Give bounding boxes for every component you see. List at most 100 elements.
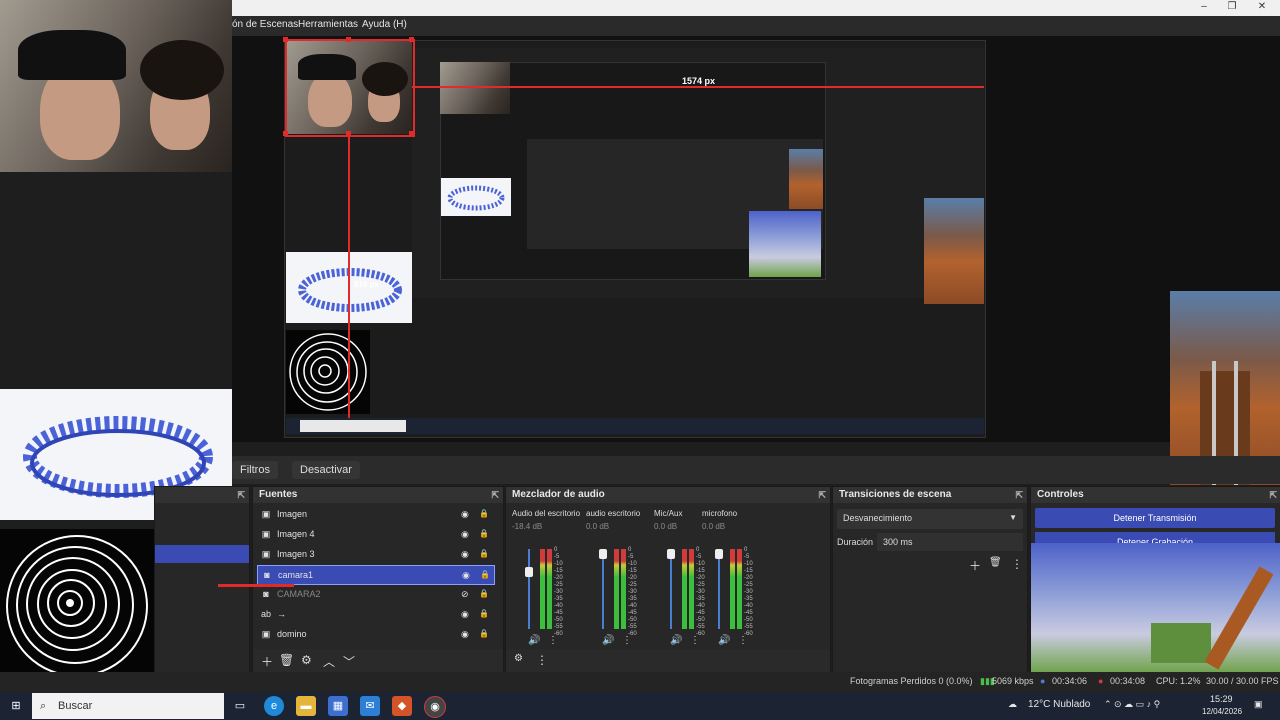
mixer-menu-icon[interactable]: ⋮	[536, 653, 548, 667]
eye-icon[interactable]: ◉	[461, 605, 469, 623]
weather-text[interactable]: 12°C Nublado	[1028, 699, 1090, 710]
undock-icon[interactable]: ⇱	[1015, 487, 1023, 503]
level-meter	[547, 549, 552, 629]
volume-slider[interactable]	[718, 549, 720, 629]
eye-hidden-icon[interactable]: ⊘	[461, 585, 469, 603]
volume-slider-handle[interactable]	[525, 566, 533, 577]
transition-menu-icon[interactable]: ⋮	[1011, 557, 1023, 571]
deactivate-button[interactable]: Desactivar	[292, 461, 360, 479]
notifications-icon[interactable]: ▣	[1254, 699, 1263, 710]
lock-icon[interactable]: 🔒	[480, 566, 490, 584]
mute-icon[interactable]: 🔊	[528, 635, 540, 646]
channel-menu-icon[interactable]: ⋮	[548, 635, 558, 646]
filters-button[interactable]: Filtros	[232, 461, 278, 479]
channel-name: audio escritorio	[586, 509, 641, 518]
resize-handle[interactable]	[346, 37, 351, 42]
spiral-image-preview[interactable]	[286, 330, 370, 414]
channel-menu-icon[interactable]: ⋮	[738, 635, 748, 646]
tray-icons[interactable]: ⌃ ⊙ ☁ ▭ ♪ ⚲	[1104, 699, 1160, 710]
cpu-usage: CPU: 1.2%	[1156, 676, 1201, 686]
menu-tools[interactable]: Herramientas	[298, 19, 358, 30]
transition-select[interactable]: Desvanecimiento ▼	[837, 509, 1023, 529]
nested-search	[300, 420, 406, 432]
undock-icon[interactable]: ⇱	[818, 487, 826, 503]
undock-icon[interactable]: ⇱	[237, 487, 245, 503]
source-label: Imagen 3	[277, 549, 315, 559]
resize-handle[interactable]	[283, 37, 288, 42]
mute-icon[interactable]: 🔊	[670, 635, 682, 646]
edge-icon[interactable]: e	[264, 696, 284, 716]
measure-line-vertical	[348, 134, 350, 434]
windows-start-icon[interactable]: ⊞	[6, 696, 26, 716]
camera-icon: ◙	[263, 589, 269, 599]
source-item[interactable]: ▣ Imagen ◉ 🔒	[257, 505, 493, 523]
mute-icon[interactable]: 🔊	[718, 635, 730, 646]
source-item[interactable]: ▣ Imagen 4 ◉ 🔒	[257, 525, 493, 543]
resize-handle[interactable]	[409, 131, 414, 136]
source-item[interactable]: ▣ Imagen 3 ◉ 🔒	[257, 545, 493, 563]
menu-help[interactable]: Ayuda (H)	[362, 19, 407, 30]
scale-label: -20	[744, 575, 753, 581]
stop-streaming-button[interactable]: Detener Transmisión	[1035, 508, 1275, 528]
trash-icon[interactable]: 🗑	[279, 653, 294, 667]
mixer-settings-icon[interactable]: ⚙	[514, 653, 523, 664]
task-view-icon[interactable]: ▭	[230, 696, 250, 716]
remove-transition-icon[interactable]: 🗑	[989, 557, 1002, 568]
source-item[interactable]: ▣ domino ◉ 🔒	[257, 625, 493, 643]
lock-icon[interactable]: 🔒	[479, 545, 489, 563]
add-icon[interactable]: ＋	[261, 653, 273, 670]
maximize-icon[interactable]: ❐	[1218, 1, 1246, 12]
volume-slider[interactable]	[602, 549, 604, 629]
resize-handle[interactable]	[283, 131, 288, 136]
obs-icon[interactable]: ◉	[424, 696, 446, 718]
taskbar-search[interactable]: ⌕ Buscar	[32, 693, 224, 719]
add-transition-icon[interactable]: ＋	[969, 557, 981, 574]
store-icon[interactable]: ▦	[328, 696, 348, 716]
app-icon[interactable]: ◆	[392, 696, 412, 716]
source-item[interactable]: ab → ◉ 🔒	[257, 605, 493, 623]
scale-label: -55	[744, 624, 753, 630]
move-up-icon[interactable]: ︿	[323, 653, 335, 670]
channel-menu-icon[interactable]: ⋮	[690, 635, 700, 646]
lock-icon[interactable]: 🔒	[479, 505, 489, 523]
lock-icon[interactable]: 🔒	[479, 625, 489, 643]
clock-date[interactable]: 12/04/2026	[1202, 707, 1242, 716]
scale-label: -30	[628, 589, 637, 595]
undock-icon[interactable]: ⇱	[1269, 487, 1277, 503]
source-item[interactable]: ◙ CAMARA2 ⊘ 🔒	[257, 585, 493, 603]
level-meter	[730, 549, 735, 629]
move-down-icon[interactable]: ﹀	[343, 653, 355, 670]
lock-icon[interactable]: 🔒	[479, 585, 489, 603]
game-capture-preview[interactable]	[924, 198, 984, 304]
clock-time[interactable]: 15:29	[1210, 694, 1233, 704]
eye-icon[interactable]: ◉	[461, 545, 469, 563]
mute-icon[interactable]: 🔊	[602, 635, 614, 646]
close-icon[interactable]: ✕	[1248, 1, 1276, 12]
lock-icon[interactable]: 🔒	[479, 605, 489, 623]
undock-icon[interactable]: ⇱	[491, 487, 499, 503]
resize-handle[interactable]	[409, 37, 414, 42]
eye-icon[interactable]: ◉	[461, 625, 469, 643]
eye-icon[interactable]: ◉	[461, 525, 469, 543]
volume-slider[interactable]	[528, 549, 530, 629]
volume-slider-handle[interactable]	[667, 549, 675, 559]
level-meter	[737, 549, 742, 629]
volume-slider-handle[interactable]	[599, 549, 607, 559]
volume-slider[interactable]	[670, 549, 672, 629]
volume-slider-handle[interactable]	[715, 549, 723, 559]
eye-icon[interactable]: ◉	[462, 566, 470, 584]
mail-icon[interactable]: ✉	[360, 696, 380, 716]
channel-menu-icon[interactable]: ⋮	[622, 635, 632, 646]
scale-label: -15	[628, 568, 637, 574]
scene-item-selected[interactable]	[155, 545, 249, 563]
mixer-channel: audio escritorio 0.0 dB 0 -5 -10 -15 -20 -25 -30…	[586, 509, 656, 649]
menu-scene-collection[interactable]: ón de Escenas	[232, 19, 298, 30]
minimize-icon[interactable]: –	[1190, 1, 1218, 12]
duration-spinbox[interactable]: 300 ms	[877, 533, 1023, 551]
file-explorer-icon[interactable]: ▬	[296, 696, 316, 716]
eye-icon[interactable]: ◉	[461, 505, 469, 523]
weather-icon[interactable]: ☁	[1008, 699, 1017, 710]
lock-icon[interactable]: 🔒	[479, 525, 489, 543]
source-item[interactable]: ◙ camara1 ◉ 🔒	[257, 565, 495, 585]
gear-icon[interactable]: ⚙	[301, 653, 312, 667]
